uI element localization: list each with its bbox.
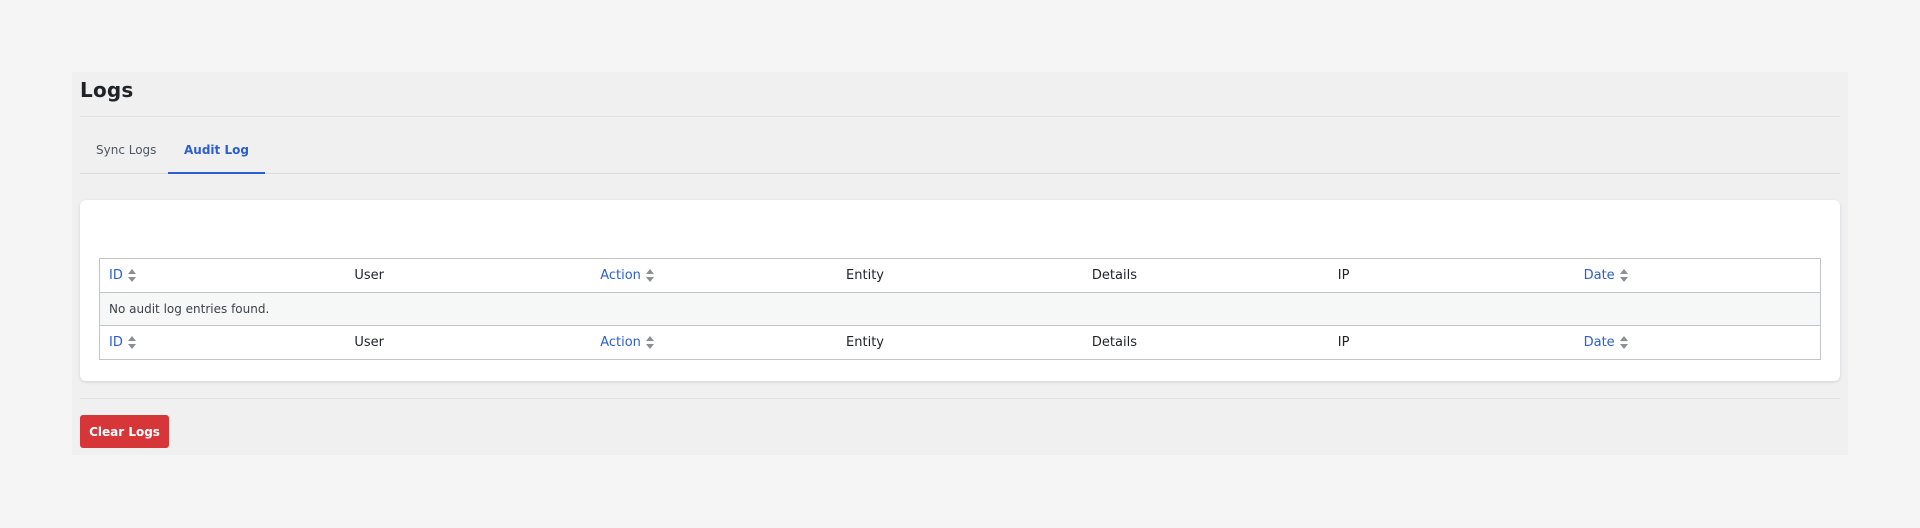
column-footer-id[interactable]: ID xyxy=(99,325,346,360)
tab-audit-log[interactable]: Audit Log xyxy=(168,134,265,174)
column-header-id[interactable]: ID xyxy=(99,258,346,293)
page-title: Logs xyxy=(80,78,134,102)
clear-logs-button[interactable]: Clear Logs xyxy=(80,415,169,448)
column-header-action[interactable]: Action xyxy=(591,258,838,293)
audit-log-card: ID User Action Entity Details IP Date No… xyxy=(80,200,1840,381)
column-footer-details: Details xyxy=(1082,325,1329,360)
sort-arrows-icon xyxy=(127,269,136,282)
logs-page: Logs Sync Logs Audit Log ID User Action … xyxy=(72,72,1848,455)
audit-log-table: ID User Action Entity Details IP Date No… xyxy=(99,258,1821,360)
title-divider xyxy=(80,116,1840,117)
column-label: ID xyxy=(109,268,123,283)
sort-arrows-icon xyxy=(645,269,654,282)
column-label: IP xyxy=(1337,268,1350,283)
column-footer-ip: IP xyxy=(1328,325,1575,360)
column-label: Entity xyxy=(846,268,884,283)
column-footer-user: User xyxy=(345,325,592,360)
sort-arrows-icon xyxy=(1619,336,1628,349)
column-label: Date xyxy=(1583,268,1615,283)
sort-arrows-icon xyxy=(127,336,136,349)
column-footer-action[interactable]: Action xyxy=(591,325,838,360)
column-label: Date xyxy=(1583,335,1615,350)
column-header-ip: IP xyxy=(1328,258,1575,293)
table-footer-row: ID User Action Entity Details IP Date xyxy=(99,325,1821,360)
column-header-user: User xyxy=(345,258,592,293)
column-footer-date[interactable]: Date xyxy=(1574,325,1821,360)
column-label: Action xyxy=(600,335,641,350)
actions-divider xyxy=(80,398,1840,399)
column-label: Entity xyxy=(846,335,884,350)
tab-sync-logs[interactable]: Sync Logs xyxy=(80,134,172,174)
column-label: Details xyxy=(1091,335,1137,350)
table-header-row: ID User Action Entity Details IP Date xyxy=(99,258,1821,293)
column-header-details: Details xyxy=(1082,258,1329,293)
column-header-date[interactable]: Date xyxy=(1574,258,1821,293)
column-label: Details xyxy=(1091,268,1137,283)
sort-arrows-icon xyxy=(645,336,654,349)
column-label: User xyxy=(354,268,384,283)
column-label: User xyxy=(354,335,384,350)
table-row: No audit log entries found. xyxy=(99,292,1821,326)
column-header-entity: Entity xyxy=(837,258,1083,293)
empty-message: No audit log entries found. xyxy=(99,292,1821,326)
column-label: Action xyxy=(600,268,641,283)
column-label: ID xyxy=(109,335,123,350)
column-footer-entity: Entity xyxy=(837,325,1083,360)
tab-bar: Sync Logs Audit Log xyxy=(80,134,1840,174)
sort-arrows-icon xyxy=(1619,269,1628,282)
column-label: IP xyxy=(1337,335,1350,350)
